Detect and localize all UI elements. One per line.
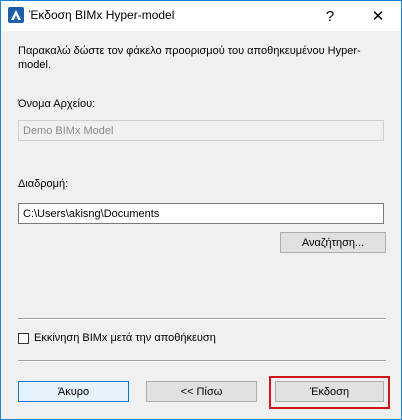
- archicad-app-icon: [8, 7, 24, 23]
- close-button[interactable]: ✕: [355, 1, 401, 31]
- separator: [18, 318, 386, 320]
- cancel-button[interactable]: Άκυρο: [18, 381, 129, 402]
- separator: [18, 360, 386, 362]
- path-label: Διαδρομή:: [18, 178, 69, 190]
- export-dialog-window: Έκδοση BIMx Hyper-model ? ✕ Παρακαλώ δώσ…: [0, 0, 402, 420]
- launch-bimx-checkbox-row[interactable]: Εκκίνηση BIMx μετά την αποθήκευση: [18, 332, 216, 344]
- export-button[interactable]: Έκδοση: [275, 381, 384, 402]
- launch-bimx-label[interactable]: Εκκίνηση BIMx μετά την αποθήκευση: [34, 332, 216, 344]
- help-button[interactable]: ?: [307, 1, 353, 31]
- browse-button[interactable]: Αναζήτηση...: [280, 232, 386, 253]
- file-name-field: [18, 120, 384, 141]
- launch-bimx-checkbox[interactable]: [18, 332, 29, 344]
- window-title: Έκδοση BIMx Hyper-model: [29, 8, 175, 22]
- file-name-label: Όνομα Αρχείου:: [18, 98, 96, 110]
- title-bar[interactable]: Έκδοση BIMx Hyper-model ? ✕: [1, 1, 401, 31]
- dialog-content: Παρακαλώ δώστε τον φάκελο προορισμού του…: [1, 31, 401, 419]
- back-button[interactable]: << Πίσω: [146, 381, 257, 402]
- instructions-text: Παρακαλώ δώστε τον φάκελο προορισμού του…: [18, 45, 361, 71]
- path-field[interactable]: [18, 203, 384, 224]
